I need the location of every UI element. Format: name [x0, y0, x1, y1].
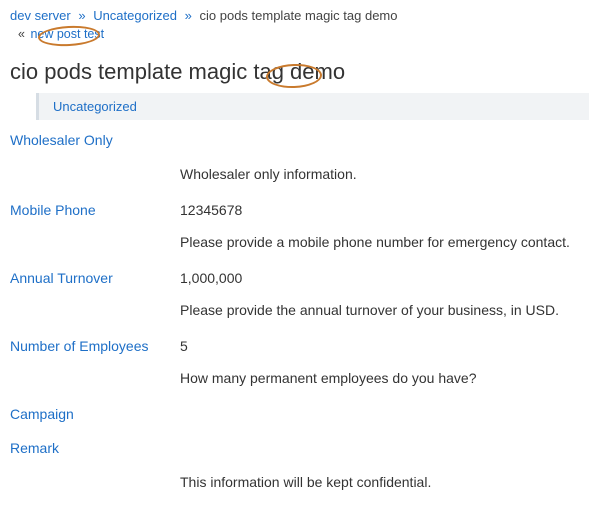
prev-arrow: «: [18, 27, 25, 41]
field-value-employees: 5: [180, 338, 188, 354]
breadcrumb-sep: »: [78, 8, 85, 23]
field-desc-remark: This information will be kept confidenti…: [180, 474, 589, 490]
field-desc-turnover: Please provide the annual turnover of yo…: [180, 302, 589, 318]
breadcrumb-category[interactable]: Uncategorized: [93, 8, 177, 23]
field-desc-mobile: Please provide a mobile phone number for…: [180, 234, 589, 250]
page-title: cio pods template magic tag demo: [0, 55, 599, 93]
breadcrumb-home[interactable]: dev server: [10, 8, 71, 23]
field-desc-wholesaler: Wholesaler only information.: [180, 166, 589, 182]
field-label-turnover[interactable]: Annual Turnover: [10, 270, 180, 286]
category-bar: Uncategorized: [36, 93, 589, 120]
field-label-remark[interactable]: Remark: [10, 440, 589, 456]
breadcrumb-current: cio pods template magic tag demo: [200, 8, 398, 23]
prev-post-link[interactable]: new post test: [30, 27, 104, 41]
category-link[interactable]: Uncategorized: [53, 99, 137, 114]
field-label-wholesaler[interactable]: Wholesaler Only: [10, 132, 589, 148]
field-label-campaign[interactable]: Campaign: [10, 406, 589, 422]
field-desc-employees: How many permanent employees do you have…: [180, 370, 589, 386]
breadcrumb: dev server » Uncategorized » cio pods te…: [0, 0, 599, 25]
prev-post-nav: « new post test: [0, 25, 599, 55]
content-area: Wholesaler Only Wholesaler only informat…: [0, 120, 599, 490]
breadcrumb-sep: »: [185, 8, 192, 23]
field-value-turnover: 1,000,000: [180, 270, 242, 286]
field-label-mobile[interactable]: Mobile Phone: [10, 202, 180, 218]
field-value-mobile: 12345678: [180, 202, 242, 218]
field-label-employees[interactable]: Number of Employees: [10, 338, 180, 354]
